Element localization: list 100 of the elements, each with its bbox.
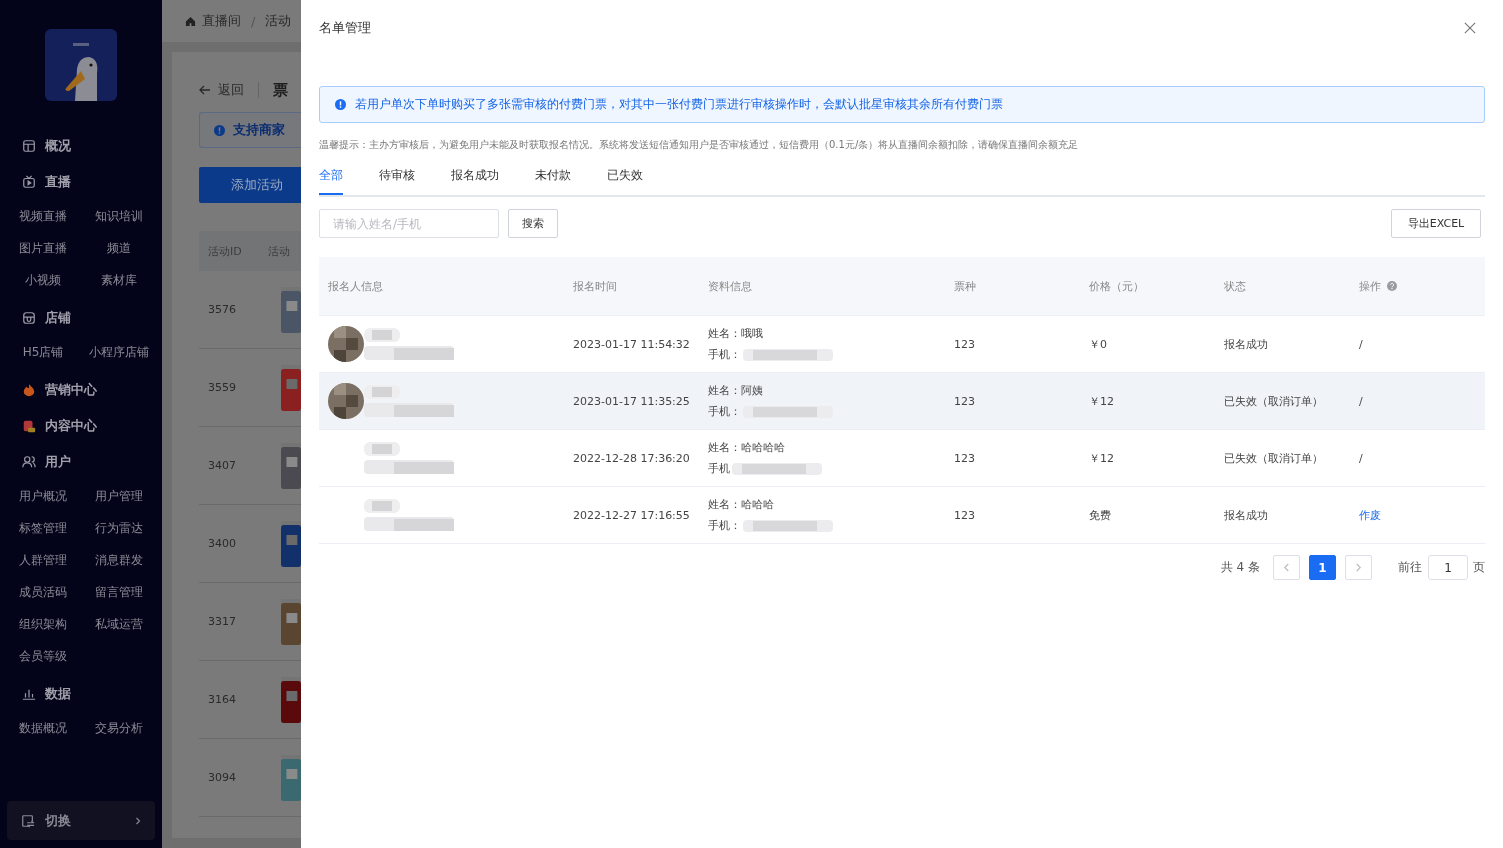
tab[interactable]: 待审核 — [379, 164, 415, 193]
page-input[interactable]: 1 — [1428, 555, 1468, 580]
field-label: 姓名： — [708, 440, 741, 455]
nav-section[interactable]: 营销中心 — [0, 379, 162, 401]
tab[interactable]: 已失效 — [607, 164, 643, 193]
flame-icon — [22, 383, 36, 397]
nav-item[interactable]: 成员活码 — [5, 583, 81, 601]
table-cell: 已失效（取消订单） — [1224, 450, 1323, 466]
table-cell: ￥12 — [1089, 450, 1114, 466]
nav-item[interactable]: 会员等级 — [5, 647, 81, 665]
nav-item[interactable]: 素材库 — [81, 271, 157, 289]
breadcrumb-separator: / — [251, 13, 256, 29]
layout-icon — [22, 139, 36, 153]
tab[interactable]: 未付款 — [535, 164, 571, 193]
table-cell: 报名成功 — [1224, 336, 1268, 352]
content-icon — [22, 419, 36, 433]
hint-text: 温馨提示：主办方审核后，为避免用户未能及时获取报名情况。系统将发送短信通知用户是否审核通过，短信费用（0.1元/条）将从直播间余额扣除，请确保直播间余额充足 — [319, 138, 1080, 152]
nav-section[interactable]: 店铺 — [0, 307, 162, 329]
field-label: 姓名： — [708, 497, 741, 512]
nav-item[interactable]: 图片直播 — [5, 239, 81, 257]
tv-icon — [22, 175, 36, 189]
tab[interactable]: 全部 — [319, 164, 343, 195]
nav-item[interactable]: 视频直播 — [5, 207, 81, 225]
nav-item[interactable]: 小视频 — [5, 271, 81, 289]
column-header: 票种 — [954, 278, 976, 294]
nav-item[interactable]: 小程序店铺 — [81, 343, 157, 361]
nav-item[interactable]: H5店铺 — [5, 343, 81, 361]
table-cell: 3164 — [208, 693, 236, 706]
table-cell: 已失效（取消订单） — [1224, 393, 1323, 409]
storefront-icon — [22, 311, 36, 325]
nav-section[interactable]: 内容中心 — [0, 415, 162, 437]
column-header: 操作 — [1359, 278, 1381, 294]
field-label: 手机： — [708, 347, 741, 362]
nav-section[interactable]: 数据 — [0, 683, 162, 705]
table-cell: / — [1359, 451, 1363, 465]
switch-button[interactable]: 切换 — [7, 801, 155, 840]
table-cell: 免费 — [1089, 507, 1111, 523]
nav-item[interactable]: 私域运营 — [81, 615, 157, 633]
tab[interactable]: 报名成功 — [451, 164, 499, 193]
void-link[interactable]: 作废 — [1359, 507, 1381, 523]
table-cell: 2023-01-17 11:54:32 — [573, 337, 690, 351]
chevron-left-icon — [1283, 563, 1290, 572]
nav-item[interactable]: 用户概况 — [5, 487, 81, 505]
nav-item[interactable]: 用户管理 — [81, 487, 157, 505]
back-link[interactable]: 返回 — [199, 81, 244, 99]
switch-icon — [21, 813, 35, 828]
nav-item[interactable]: 交易分析 — [81, 719, 157, 737]
table-cell: 123 — [954, 451, 975, 465]
info-icon — [335, 99, 346, 110]
table-row[interactable]: 2022-12-28 17:36:20 姓名：哈哈哈哈 手机 123 ￥12 已失效（取消订单） / — [319, 430, 1485, 487]
table-cell: / — [1359, 337, 1363, 351]
table-row[interactable]: 2023-01-17 11:35:25 姓名：阿姨 手机： 123 ￥12 已失效（取消订单） / — [319, 373, 1485, 430]
table-cell: 3317 — [208, 615, 236, 628]
table-cell: 123 — [954, 508, 975, 522]
table-cell: 报名成功 — [1224, 507, 1268, 523]
nav-item[interactable]: 留言管理 — [81, 583, 157, 601]
table-row[interactable]: 2022-12-27 17:16:55 姓名：哈哈哈 手机： 123 免费 报名成功 作废 — [319, 487, 1485, 544]
search-button[interactable]: 搜索 — [508, 209, 558, 238]
prev-page-button[interactable] — [1273, 555, 1300, 580]
field-label: 姓名： — [708, 383, 741, 398]
goto-label: 前往 — [1398, 559, 1422, 576]
table-cell: 3576 — [208, 303, 236, 316]
field-label: 手机 — [708, 461, 730, 476]
nav-item[interactable]: 频道 — [81, 239, 157, 257]
bar-chart-icon — [22, 687, 36, 701]
table-cell: 2023-01-17 11:35:25 — [573, 394, 690, 408]
breadcrumb-link[interactable]: 直播间 — [202, 12, 241, 30]
nav-item[interactable]: 人群管理 — [5, 551, 81, 569]
help-icon[interactable] — [1387, 281, 1397, 291]
export-button[interactable]: 导出EXCEL — [1391, 209, 1481, 238]
next-page-button[interactable] — [1345, 555, 1372, 580]
field-label: 手机： — [708, 518, 741, 533]
alert-text: 若用户单次下单时购买了多张需审核的付费门票，对其中一张付费门票进行审核操作时，会默认批星审核其余所有付费门票 — [355, 96, 1003, 113]
table-cell: 3407 — [208, 459, 236, 472]
add-button[interactable]: 添加活动 — [199, 167, 301, 203]
table-cell: 2022-12-28 17:36:20 — [573, 451, 690, 465]
table-cell: 哦哦 — [741, 326, 763, 341]
column-header: 价格（元） — [1089, 278, 1144, 294]
nav-item[interactable]: 数据概况 — [5, 719, 81, 737]
field-label: 手机： — [708, 404, 741, 419]
nav-section[interactable]: 概况 — [0, 135, 162, 157]
nav-section[interactable]: 用户 — [0, 451, 162, 473]
table-cell: 123 — [954, 394, 975, 408]
table-cell: 哈哈哈 — [741, 497, 774, 512]
search-field[interactable]: 请输入姓名/手机 — [319, 209, 499, 238]
nav-item[interactable]: 消息群发 — [81, 551, 157, 569]
nav-item[interactable]: 行为雷达 — [81, 519, 157, 537]
close-icon[interactable] — [1464, 22, 1476, 34]
nav-item[interactable]: 组织架构 — [5, 615, 81, 633]
arrow-left-icon — [199, 85, 211, 95]
table-cell: 3559 — [208, 381, 236, 394]
column-header: 资料信息 — [708, 278, 752, 294]
page-button[interactable]: 1 — [1309, 555, 1336, 580]
nav-item[interactable]: 知识培训 — [81, 207, 157, 225]
column-header: 状态 — [1224, 278, 1246, 294]
nav-item[interactable]: 标签管理 — [5, 519, 81, 537]
total-count: 共 4 条 — [1220, 559, 1260, 576]
page-title: 票 — [273, 80, 288, 100]
table-cell: / — [1359, 394, 1363, 408]
nav-section[interactable]: 直播 — [0, 171, 162, 193]
